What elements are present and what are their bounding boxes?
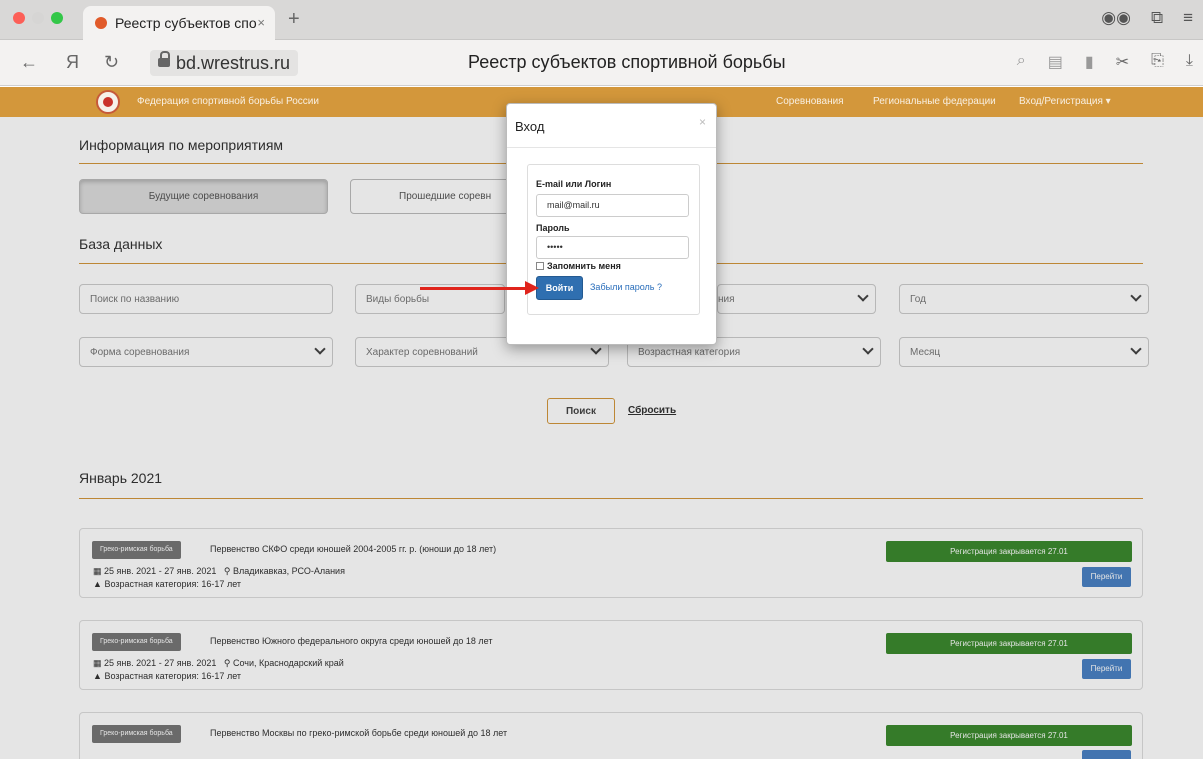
close-icon[interactable]: × bbox=[699, 115, 706, 129]
email-field[interactable]: mail@mail.ru bbox=[536, 194, 689, 217]
lock-icon bbox=[158, 51, 170, 68]
email-label: E-mail или Логин bbox=[536, 179, 612, 189]
login-modal: Вход × E-mail или Логин mail@mail.ru Пар… bbox=[506, 103, 717, 345]
download-icon[interactable]: ⤓ bbox=[1186, 52, 1193, 72]
incognito-icon[interactable]: ◉◉ bbox=[1101, 8, 1131, 28]
remember-checkbox[interactable] bbox=[536, 262, 544, 270]
modal-divider bbox=[507, 147, 716, 148]
tabbar-right-icons: ◉◉ ⧉ ≡ bbox=[1101, 8, 1203, 28]
login-button[interactable]: Войти bbox=[536, 276, 583, 300]
reload-button[interactable]: ↻ bbox=[104, 52, 119, 73]
maximize-window-button[interactable] bbox=[51, 12, 63, 24]
annotation-arrow bbox=[420, 287, 528, 290]
back-button[interactable]: ← bbox=[20, 52, 38, 73]
modal-title: Вход bbox=[515, 119, 545, 134]
url-field[interactable]: bd.wrestrus.ru bbox=[150, 50, 299, 76]
nav-competitions[interactable]: Соревнования bbox=[776, 96, 844, 107]
browser-tab[interactable]: Реестр субъектов спо × bbox=[83, 6, 275, 40]
site-brand-link[interactable]: Федерация спортивной борьбы России bbox=[137, 96, 319, 107]
translate-icon[interactable]: ⎘ bbox=[1151, 52, 1164, 72]
page-title: Реестр субъектов спортивной борьбы bbox=[468, 52, 786, 72]
browser-tab-bar: Реестр субъектов спо × + ◉◉ ⧉ ≡ bbox=[0, 0, 1203, 40]
minimize-window-button[interactable] bbox=[32, 12, 44, 24]
tab-title: Реестр субъектов спо bbox=[115, 15, 257, 31]
url-domain: bd.wrestrus.ru bbox=[176, 53, 291, 73]
bookmark-icon[interactable]: ▮ bbox=[1085, 52, 1094, 72]
arrow-head-icon bbox=[525, 281, 539, 295]
forgot-password-link[interactable]: Забыли пароль ? bbox=[590, 282, 662, 292]
close-window-button[interactable] bbox=[13, 12, 25, 24]
password-label: Пароль bbox=[536, 223, 570, 233]
search-icon[interactable]: ⌕ bbox=[1017, 52, 1026, 72]
extensions-icon[interactable]: ✂ bbox=[1116, 52, 1129, 72]
new-tab-button[interactable]: + bbox=[288, 8, 300, 31]
login-form: E-mail или Логин mail@mail.ru Пароль •••… bbox=[527, 164, 700, 315]
menu-icon[interactable]: ≡ bbox=[1183, 8, 1193, 28]
password-field[interactable]: ••••• bbox=[536, 236, 689, 259]
address-bar: ← Я ↻ bd.wrestrus.ru Реестр субъектов сп… bbox=[0, 40, 1203, 86]
copy-icon[interactable]: ⧉ bbox=[1151, 8, 1163, 28]
favicon-icon bbox=[95, 17, 107, 29]
remember-label[interactable]: Запомнить меня bbox=[547, 261, 621, 271]
yandex-button[interactable]: Я bbox=[66, 52, 79, 73]
federation-logo-icon[interactable] bbox=[96, 90, 120, 114]
tab-close-icon[interactable]: × bbox=[257, 15, 265, 30]
nav-regional-federations[interactable]: Региональные федерации bbox=[873, 96, 996, 107]
reader-icon[interactable]: ▤ bbox=[1048, 52, 1063, 72]
nav-login-register[interactable]: Вход/Регистрация ▾ bbox=[1019, 96, 1111, 107]
address-bar-icons: ⌕ ▤ ▮ ✂ ⎘ ⤓ bbox=[1017, 52, 1193, 72]
